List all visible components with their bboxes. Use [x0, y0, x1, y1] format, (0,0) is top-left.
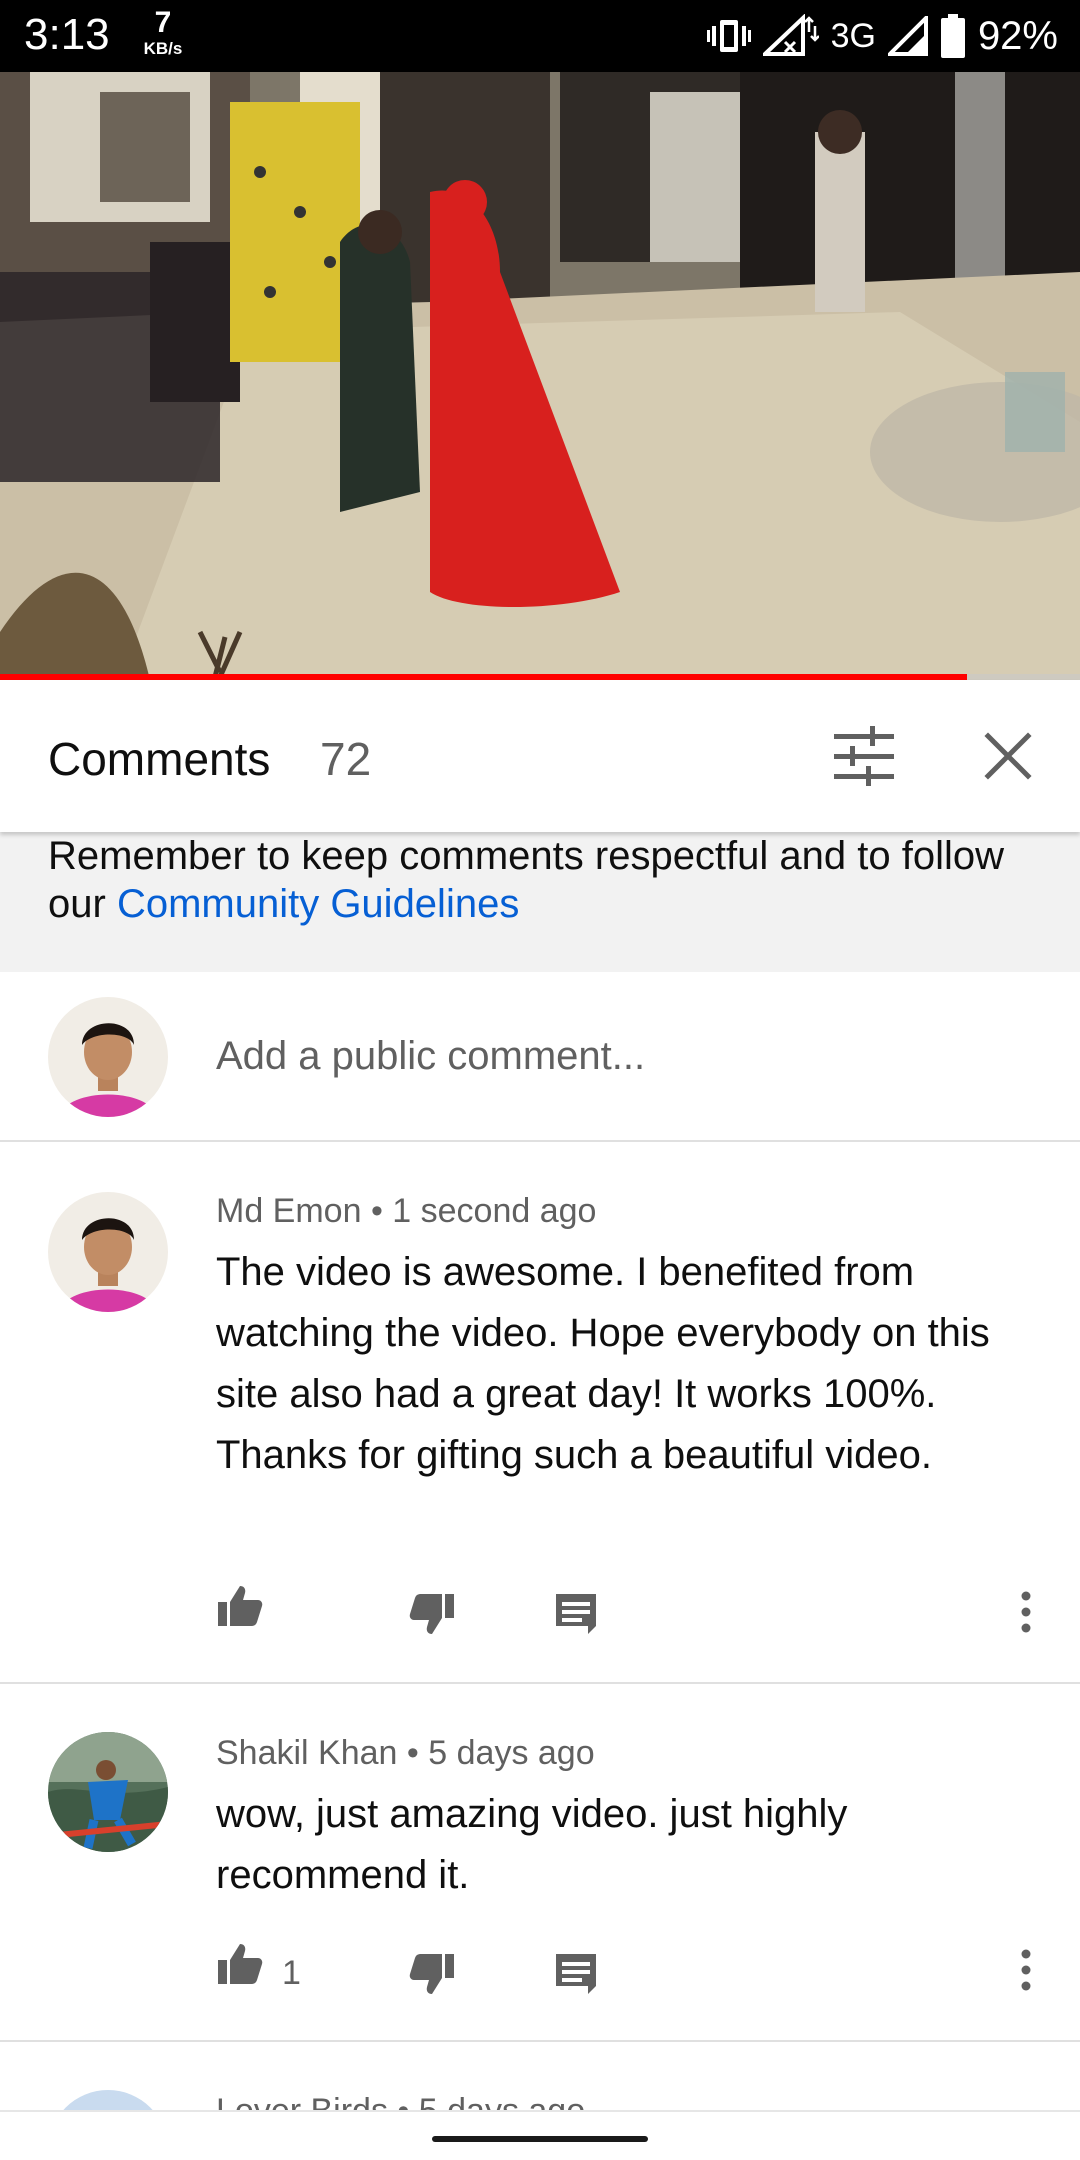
comment-time: 1 second ago	[392, 1192, 597, 1230]
comment-meta: Shakil Khan • 5 days ago	[216, 1734, 595, 1772]
network-speed-unit: KB/s	[143, 39, 183, 58]
avatar	[48, 997, 168, 1117]
comment-item: Shakil Khan • 5 days ago wow, just amazi…	[0, 1684, 1080, 2040]
battery-percent: 92%	[977, 13, 1058, 58]
avatar[interactable]	[48, 1732, 168, 1852]
avatar[interactable]	[48, 1192, 168, 1312]
network-speed-value: 7	[154, 6, 172, 39]
comment-author[interactable]: Shakil Khan	[216, 1734, 397, 1772]
guidelines-message: Remember to keep comments respectful and…	[48, 832, 1048, 928]
dislike-icon[interactable]	[408, 1950, 456, 1998]
battery-icon	[940, 14, 965, 58]
close-icon[interactable]	[980, 728, 1036, 784]
dislike-icon[interactable]	[408, 1590, 456, 1638]
comment-text: wow, just amazing video. just highly rec…	[216, 1792, 848, 1897]
comment-time: 5 days ago	[428, 1734, 595, 1772]
video-frame	[0, 72, 1080, 680]
add-comment-row[interactable]: Add a public comment...	[0, 972, 1080, 1142]
comment-text: The video is awesome. I benefited from w…	[216, 1250, 990, 1477]
comment-item: Md Emon • 1 second ago The video is awes…	[0, 1142, 1080, 1682]
add-comment-input[interactable]: Add a public comment...	[216, 1034, 645, 1079]
community-guidelines-banner: Remember to keep comments respectful and…	[0, 832, 1080, 972]
status-time: 3:13	[24, 10, 110, 59]
video-player[interactable]	[0, 72, 1080, 680]
comment-meta: Md Emon • 1 second ago	[216, 1192, 597, 1230]
community-guidelines-link[interactable]: Community Guidelines	[117, 882, 519, 926]
navigation-bar	[0, 2110, 1080, 2160]
network-type: 3G	[830, 16, 876, 55]
comments-count: 72	[320, 733, 372, 785]
more-options-icon[interactable]	[1002, 1946, 1050, 1994]
more-options-icon[interactable]	[1002, 1588, 1050, 1636]
status-icons: 3G 92%	[706, 10, 1058, 62]
comments-title: Comments	[48, 733, 271, 785]
comment-author[interactable]: Md Emon	[216, 1192, 362, 1230]
comments-header: Comments 72	[0, 680, 1080, 832]
reply-icon[interactable]	[552, 1950, 600, 1998]
home-gesture-handle[interactable]	[432, 2136, 648, 2142]
signal-icon	[887, 16, 928, 56]
reply-icon[interactable]	[552, 1590, 600, 1638]
vibrate-icon	[706, 20, 751, 52]
network-speed: 7 KB/s	[138, 6, 188, 58]
signal-no-data-icon	[762, 14, 819, 56]
like-icon[interactable]	[216, 1940, 264, 1988]
divider	[0, 2040, 1080, 2042]
sort-filter-icon[interactable]	[832, 726, 896, 786]
status-bar: 3:13 7 KB/s 3G 92%	[0, 0, 1080, 72]
like-icon[interactable]	[216, 1582, 264, 1630]
like-count: 1	[282, 1954, 301, 1992]
